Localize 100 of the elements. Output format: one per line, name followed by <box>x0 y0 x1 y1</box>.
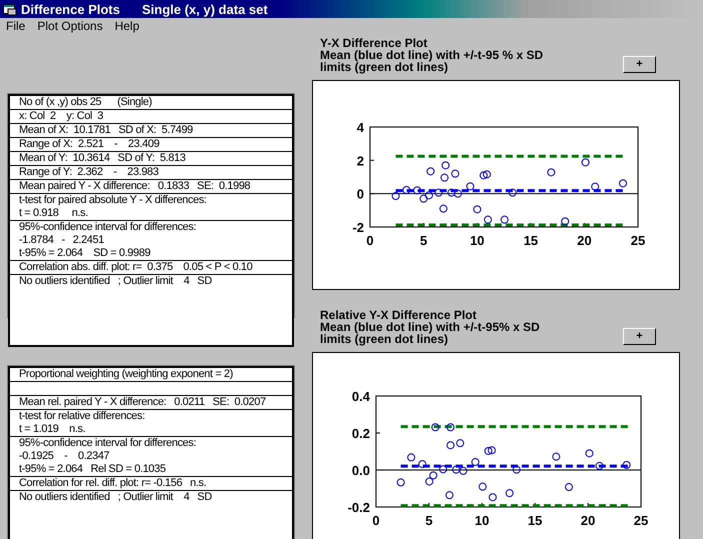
data-point <box>407 453 416 462</box>
data-point <box>488 446 496 454</box>
tick-label: 5 <box>420 233 428 248</box>
data-point <box>392 192 400 200</box>
window-title: Difference Plots <box>21 2 120 16</box>
tick-label: 0 <box>372 513 380 528</box>
data-point <box>446 423 455 432</box>
stat-line: t-test for relative differences: <box>19 410 145 423</box>
stat-line: t = 0.918 n.s. <box>19 207 88 220</box>
tick-label: 0 <box>356 186 364 202</box>
stat-line: t-95% = 2.064 Rel SD = 0.1035 <box>19 463 166 476</box>
data-point <box>480 171 488 180</box>
data-point <box>484 216 492 224</box>
data-point <box>552 452 560 461</box>
plot-title: Mean (blue dot line) with +/-t-95% x SD <box>320 321 540 333</box>
data-point <box>512 466 521 474</box>
zoom-button[interactable]: + <box>623 56 656 73</box>
tick-label: 0.0 <box>352 463 370 478</box>
tick-label: 0.4 <box>352 389 370 404</box>
data-point <box>445 491 454 500</box>
data-point <box>581 158 590 166</box>
data-point <box>478 482 487 491</box>
data-point <box>425 477 434 486</box>
data-point <box>396 478 405 486</box>
tick-label: -0.2 <box>348 500 370 515</box>
data-point <box>434 188 443 197</box>
data-point <box>506 489 514 498</box>
data-point <box>585 449 594 458</box>
plot-title: Mean (blue dot line) with +/-t-95 % x SD <box>320 49 544 61</box>
data-point <box>473 205 482 214</box>
data-point <box>622 461 631 469</box>
menu-item[interactable]: File <box>6 20 26 32</box>
tick-label: 25 <box>634 513 648 528</box>
tick-label: -2 <box>352 220 364 235</box>
menu-item[interactable]: Help <box>114 20 140 32</box>
stat-line: Range of Y: 2.362 - 23.983 <box>19 166 158 179</box>
stat-line: -0.1925 - 0.2347 <box>19 450 110 463</box>
data-point <box>447 188 456 197</box>
data-point <box>500 216 509 224</box>
data-point <box>413 186 422 194</box>
app-icon <box>3 2 17 16</box>
plot-title: limits (green dot lines) <box>320 61 450 73</box>
zoom-button[interactable]: + <box>623 328 656 345</box>
data-point <box>424 191 433 200</box>
tick-label: 20 <box>577 233 592 248</box>
data-point <box>466 182 474 190</box>
stat-line: Proportional weighting (weighting exponent = 2) <box>19 368 233 381</box>
plot-title: limits (green dot lines) <box>320 333 450 345</box>
plot-title: Y-X Difference Plot <box>320 37 428 49</box>
stat-line: Correlation for rel. diff. plot: r= -0.156 n.s. <box>19 477 206 490</box>
data-point <box>426 167 435 176</box>
stat-line: No of (x ,y) obs 25 (Single) <box>19 96 152 109</box>
stat-line: Mean rel. paired Y - X difference: 0.0211 SE: 0.0207 <box>19 396 266 409</box>
data-point <box>431 423 440 432</box>
data-point <box>459 466 468 475</box>
menu-item[interactable]: Plot Options <box>37 20 103 32</box>
data-point <box>451 170 460 178</box>
data-point <box>547 168 556 176</box>
tick-label: 10 <box>474 513 490 528</box>
tick-label: 0.2 <box>352 426 370 441</box>
data-point <box>564 483 573 492</box>
data-point <box>402 186 410 194</box>
data-point <box>440 174 448 182</box>
tick-label: 25 <box>630 233 646 248</box>
tick-label: 20 <box>580 513 596 528</box>
data-point <box>439 465 448 474</box>
data-point <box>508 188 517 197</box>
data-point <box>619 179 627 188</box>
stat-line: t-test for paired absolute Y - X differences: <box>19 194 206 207</box>
data-point <box>442 161 450 170</box>
data-point <box>484 446 492 455</box>
tick-label: 2 <box>356 153 364 168</box>
tick-label: 15 <box>524 233 538 248</box>
data-point <box>420 194 428 203</box>
stat-line: 95%-confidence interval for differences: <box>19 437 196 450</box>
stat-line: t-95% = 2.064 SD = 0.9989 <box>19 247 150 260</box>
data-point <box>429 471 438 480</box>
data-point <box>561 217 570 226</box>
data-point <box>595 462 604 470</box>
data-point <box>488 493 497 502</box>
tick-label: 4 <box>356 120 364 135</box>
data-point <box>591 182 600 191</box>
data-point <box>439 204 448 213</box>
tick-label: 15 <box>528 513 542 528</box>
data-point <box>482 170 491 178</box>
tick-label: 10 <box>470 233 484 248</box>
stat-line: No outliers identified ; Outlier limit 4 SD <box>19 491 212 504</box>
stat-line: Mean paired Y - X difference: 0.1833 SE: 0.1998 <box>19 180 250 193</box>
stat-line: No outliers identified ; Outlier limit 4 SD <box>19 275 212 288</box>
tick-label: 5 <box>425 513 433 528</box>
data-point <box>418 460 426 468</box>
stat-line: Correlation abs. diff. plot: r= 0.375 0.05 < P < 0.10 <box>19 261 252 274</box>
stat-line: -1.8784 - 2.2451 <box>19 234 104 247</box>
data-point <box>456 439 464 448</box>
stat-line: Range of X: 2.521 - 23.409 <box>19 138 160 151</box>
tick-label: 0 <box>366 233 374 248</box>
plot-title: Relative Y-X Difference Plot <box>320 309 478 321</box>
stat-line: x: Col 2 y: Col 3 <box>19 110 104 123</box>
stat-line: Mean of X: 10.1781 SD of X: 5.7499 <box>19 124 193 137</box>
data-point <box>471 458 480 466</box>
